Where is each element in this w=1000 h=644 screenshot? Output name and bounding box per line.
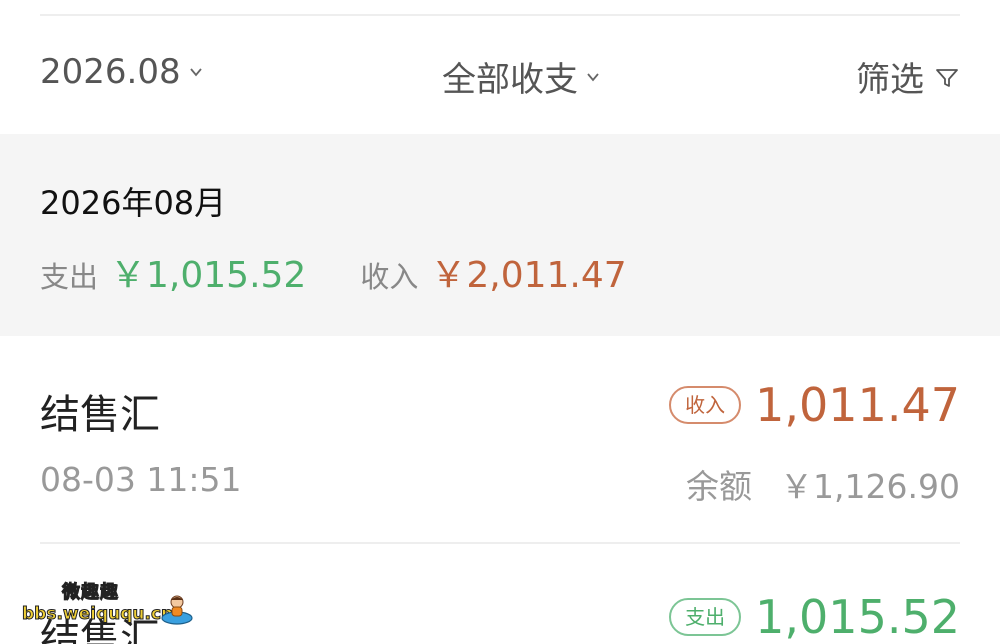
filter-funnel-icon [936,68,958,87]
balance-label: 余额 [686,467,753,506]
transaction-page: 2026.08 全部收支 筛选 2026年08月 支出 ￥1,015.52 收入… [0,0,1000,644]
income-total: ￥2,011.47 [430,255,627,296]
balance-value: ￥1,126.90 [780,467,960,506]
month-stats: 支出 ￥1,015.52 收入 ￥2,011.47 [40,246,627,298]
income-label: 收入 [360,260,419,294]
month-picker-label: 2026.08 [40,52,181,92]
expense-badge: 支出 [669,598,742,636]
transaction-name: 结售汇 [40,392,160,438]
type-picker-label: 全部收支 [442,60,578,100]
expense-total: ￥1,015.52 [110,255,307,296]
transaction-balance: 余额 ￥1,126.90 [686,460,960,508]
filter-bar: 2026.08 全部收支 筛选 [0,16,1000,134]
transaction-amount: 1,011.47 [755,378,960,432]
type-picker[interactable]: 全部收支 [442,52,600,101]
transaction-amount: 1,015.52 [755,590,960,644]
row-divider [40,542,960,544]
transaction-time: 08-03 11:51 [40,460,242,499]
month-picker[interactable]: 2026.08 [40,52,203,92]
watermark-title: 微趣趣 [62,582,119,604]
chevron-down-icon [587,72,599,81]
watermark: 微趣趣 bbs.weiququ.cn [21,578,193,638]
swimmer-icon [161,595,193,625]
month-title: 2026年08月 [40,184,227,222]
transaction-amount-group: 支出 1,015.52 [669,590,960,644]
expense-label: 支出 [40,260,99,294]
filter-button[interactable]: 筛选 [856,52,960,101]
income-badge: 收入 [669,386,742,424]
watermark-url: bbs.weiququ.cn [21,604,174,625]
transaction-row[interactable]: 结售汇 08-03 11:51 收入 1,011.47 余额 ￥1,126.90 [0,336,1000,544]
transaction-amount-group: 收入 1,011.47 [669,378,960,432]
chevron-down-icon [189,68,202,77]
filter-button-label: 筛选 [856,60,924,100]
month-summary: 2026年08月 支出 ￥1,015.52 收入 ￥2,011.47 [0,134,1000,336]
